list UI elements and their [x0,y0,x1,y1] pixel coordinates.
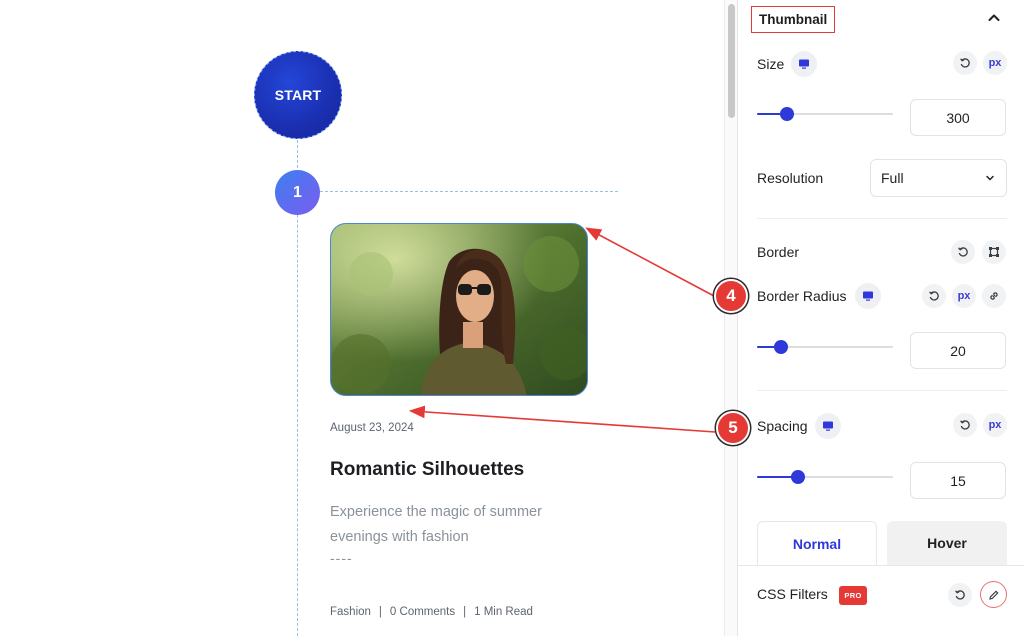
size-reset-button[interactable] [953,51,977,75]
border-radius-label: Border Radius [757,288,847,304]
border-radius-unit-button[interactable]: px [952,284,976,308]
marker-4-number: 4 [726,286,736,305]
tab-normal-label: Normal [792,535,842,552]
marker-5-number: 5 [728,418,738,437]
size-label: Size [757,56,785,72]
edit-icon [988,589,999,600]
post-category[interactable]: Fashion [330,606,371,618]
size-unit-button[interactable]: px [983,51,1007,75]
css-filters-edit-button[interactable] [980,581,1007,608]
size-responsive-button[interactable] [791,51,817,77]
annotation-marker-4: 4 [714,279,748,313]
border-radius-slider[interactable] [757,340,893,354]
spacing-reset-button[interactable] [953,413,977,437]
border-radius-input[interactable]: 20 [910,332,1006,369]
link-icon [990,292,998,300]
chevron-up-icon[interactable] [986,10,1002,26]
post-title[interactable]: Romantic Silhouettes [330,459,524,481]
tab-normal[interactable]: Normal [757,521,877,565]
post-read-time: 1 Min Read [474,606,533,618]
border-radius-reset-button[interactable] [922,284,946,308]
border-radius-responsive-button[interactable] [855,283,881,309]
resolution-label: Resolution [757,170,824,186]
spacing-value: 15 [950,472,966,489]
section-divider [757,218,1007,219]
spacing-label: Spacing [757,418,808,434]
timeline-step-marker: 1 [275,170,320,215]
size-unit: px [988,57,1002,69]
reset-icon [955,590,965,600]
resolution-selected: Full [881,170,904,186]
step-number: 1 [293,183,302,201]
chevron-down-icon [986,175,994,181]
post-thumbnail-image [331,224,587,395]
preview-canvas: START 1 August 23, 2024 Romantic Silhoue… [0,0,724,636]
css-filters-label: CSS Filters [757,586,828,602]
spacing-unit: px [988,419,1002,431]
pro-badge: PRO [839,586,867,605]
border-radius-link-button[interactable] [982,284,1006,308]
section-divider [757,390,1007,391]
border-label: Border [757,244,800,260]
border-reset-button[interactable] [951,240,975,264]
tab-hover[interactable]: Hover [887,521,1007,565]
border-radius-unit: px [957,290,971,302]
spacing-slider-handle[interactable] [790,470,805,484]
start-label: START [274,87,322,103]
annotation-marker-5: 5 [716,411,750,445]
reset-icon [960,58,970,68]
thumbnail-section-header[interactable]: Thumbnail [751,6,836,33]
meta-separator: | [463,606,467,618]
reset-icon [958,247,968,257]
timeline-connector-line [320,191,618,192]
size-slider-handle[interactable] [779,107,794,121]
monitor-icon [799,59,809,69]
css-filters-reset-button[interactable] [948,583,972,607]
spacing-responsive-button[interactable] [815,413,841,439]
size-slider[interactable] [757,107,893,121]
border-box-icon [989,247,999,257]
post-meta: Fashion | 0 Comments | 1 Min Read [330,606,533,618]
spacing-input[interactable]: 15 [910,462,1006,499]
tab-hover-label: Hover [927,535,967,551]
post-thumbnail[interactable] [330,223,588,396]
border-edit-button[interactable] [982,240,1006,264]
post-read-more[interactable]: ---- [330,550,353,566]
tabs-divider [738,565,1024,566]
meta-separator: | [378,606,382,618]
spacing-slider[interactable] [757,470,893,484]
monitor-icon [823,421,833,431]
resolution-select[interactable]: Full [870,159,1007,197]
section-title: Thumbnail [759,12,828,27]
size-input[interactable]: 300 [910,99,1006,136]
post-date: August 23, 2024 [330,422,414,434]
spacing-unit-button[interactable]: px [983,413,1007,437]
border-radius-value: 20 [950,342,966,359]
timeline-start-badge: START [254,51,342,139]
post-excerpt: Experience the magic of summer evenings … [330,504,542,545]
reset-icon [929,291,939,301]
post-comments[interactable]: 0 Comments [390,606,455,618]
reset-icon [960,420,970,430]
canvas-scrollbar-thumb[interactable] [728,4,735,118]
size-value: 300 [946,109,970,126]
monitor-icon [863,291,873,301]
